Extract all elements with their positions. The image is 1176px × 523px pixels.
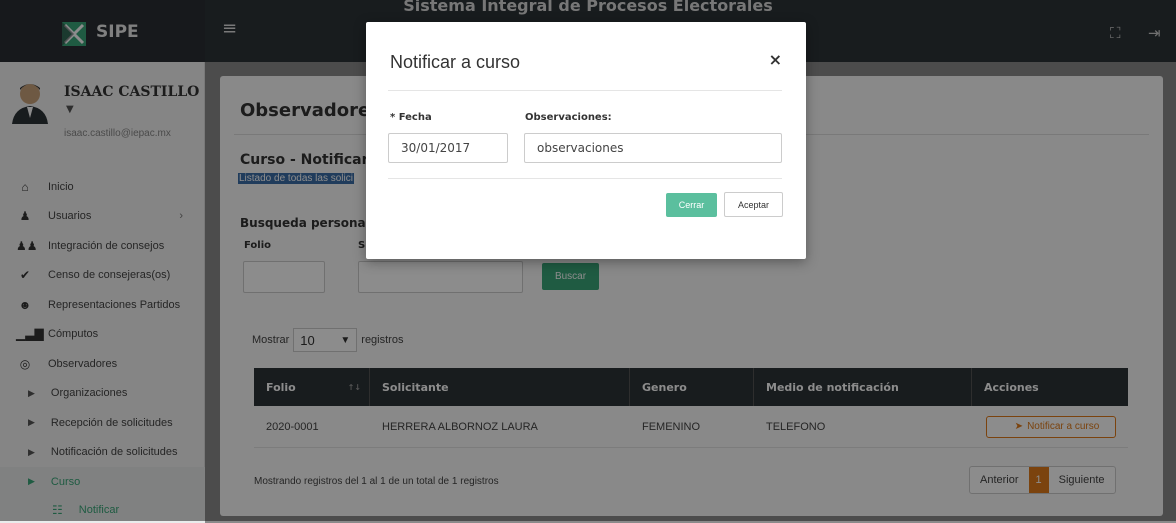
observaciones-input[interactable]: [524, 133, 782, 163]
observaciones-label: Observaciones:: [525, 112, 612, 123]
close-icon[interactable]: ×: [769, 50, 782, 69]
fecha-label: * Fecha: [390, 112, 432, 123]
modal-header-divider: [388, 90, 782, 91]
modal-title: Notificar a curso: [390, 52, 521, 72]
modal-footer-divider: [388, 178, 782, 179]
accept-button[interactable]: Aceptar: [724, 192, 783, 217]
close-button[interactable]: Cerrar: [666, 193, 717, 217]
fecha-input[interactable]: [388, 133, 508, 163]
notify-course-modal: Notificar a curso × * Fecha Observacione…: [366, 22, 806, 259]
